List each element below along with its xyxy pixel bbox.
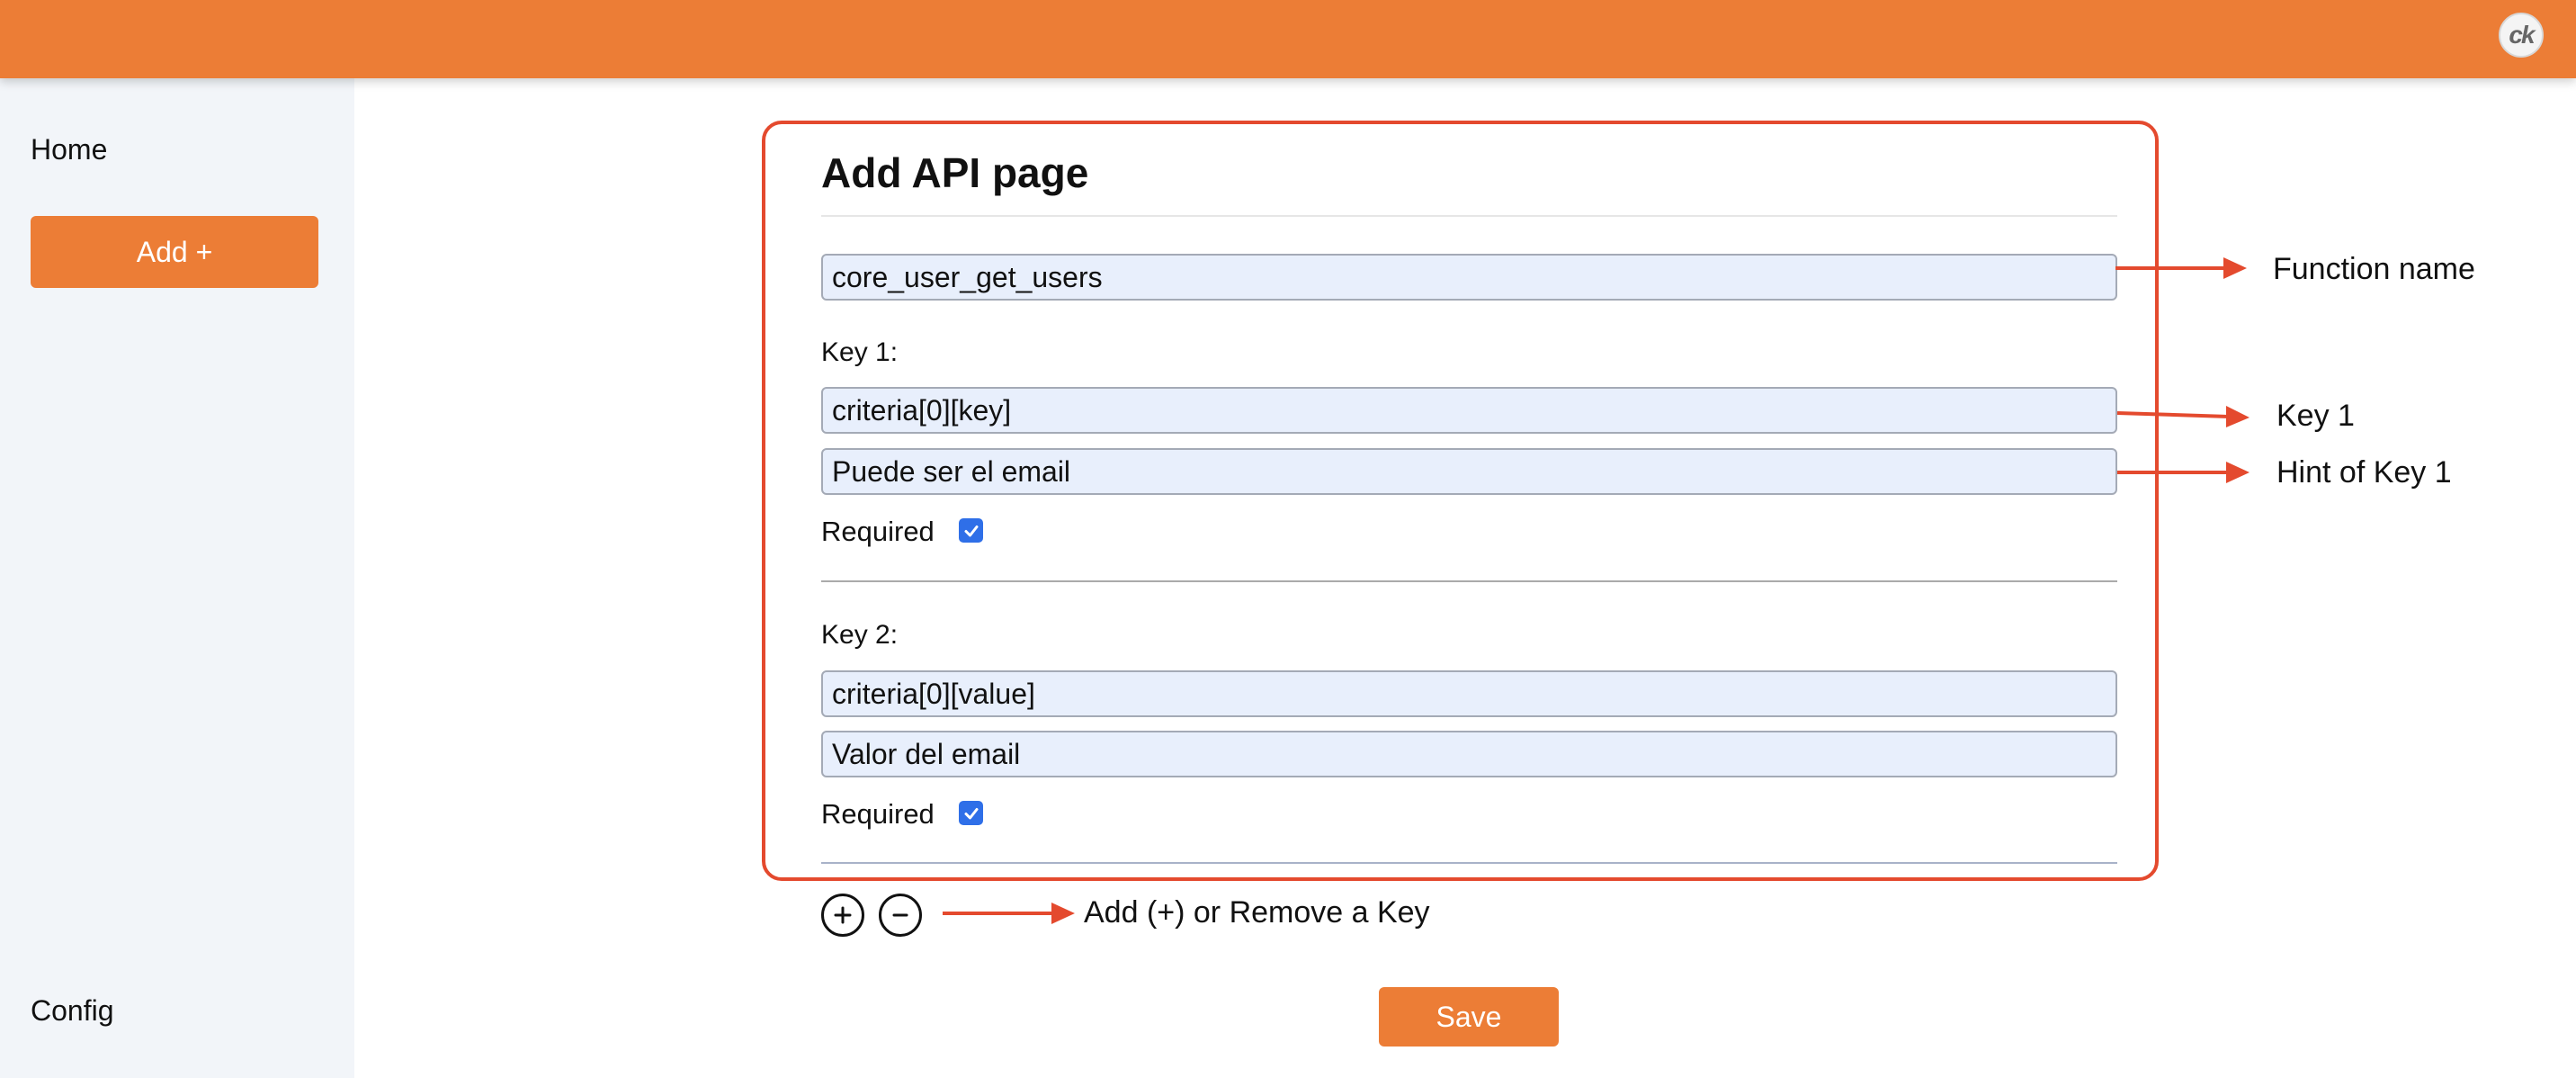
checkmark-icon <box>964 807 978 819</box>
annotation-hint-key-1: Hint of Key 1 <box>2276 455 2452 490</box>
sidebar-item-config[interactable]: Config <box>31 994 114 1028</box>
key-1-label: Key 1: <box>821 337 899 367</box>
annotation-key-1: Key 1 <box>2276 399 2355 433</box>
title-divider <box>821 215 2117 217</box>
annotation-add-remove: Add (+) or Remove a Key <box>1084 895 1430 930</box>
key-2-required-label: Required <box>821 798 935 830</box>
save-button[interactable]: Save <box>1379 987 1559 1047</box>
top-bar: ck <box>0 0 2576 78</box>
add-button[interactable]: Add + <box>31 216 318 288</box>
key-separator <box>821 862 2117 864</box>
minus-icon <box>892 913 908 917</box>
remove-key-button[interactable] <box>879 894 922 937</box>
add-key-button[interactable] <box>821 894 864 937</box>
key-1-hint-input[interactable] <box>821 448 2117 495</box>
key-separator <box>821 580 2117 582</box>
annotation-function-name: Function name <box>2273 252 2475 286</box>
sidebar-item-home[interactable]: Home <box>31 133 107 166</box>
key-2-required-checkbox[interactable] <box>959 801 983 825</box>
key-1-required-label: Required <box>821 516 935 547</box>
user-avatar[interactable]: ck <box>2499 13 2544 58</box>
key-2-label: Key 2: <box>821 620 899 650</box>
key-1-name-input[interactable] <box>821 387 2117 434</box>
key-1-required-checkbox[interactable] <box>959 518 983 543</box>
key-2-name-input[interactable] <box>821 670 2117 717</box>
plus-icon <box>834 906 852 924</box>
page-title: Add API page <box>821 149 1089 196</box>
key-2-hint-input[interactable] <box>821 731 2117 777</box>
checkmark-icon <box>964 525 978 536</box>
function-name-input[interactable] <box>821 254 2117 301</box>
